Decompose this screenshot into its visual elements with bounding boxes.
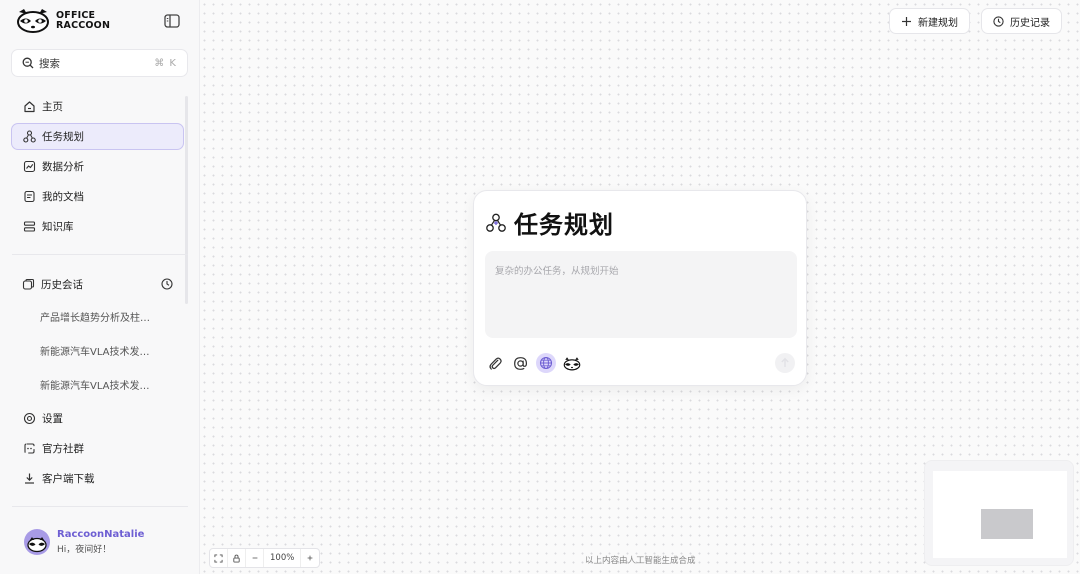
raccoon-icon [563,356,581,370]
search-label: 搜索 [39,57,60,70]
search-button[interactable]: 搜索 ⌘ K [11,49,188,77]
history-records-button[interactable]: 历史记录 [981,8,1062,34]
user-name: RaccoonNatalie [57,529,145,540]
user-divider [12,506,188,507]
fit-screen-icon [214,553,223,563]
card-toolbar [486,353,581,373]
task-planning-card: 任务规划 [473,190,807,386]
app-logo[interactable]: OFFICE RACCOON [16,8,110,34]
chat-history-icon [22,278,35,290]
sidebar-toggle-icon[interactable] [164,14,180,28]
new-plan-button[interactable]: 新建规划 [889,8,970,34]
avatar [24,529,50,555]
task-plan-icon [23,130,36,143]
community-icon [24,443,35,454]
nav-item-data-analysis[interactable]: 数据分析 [11,153,184,180]
clock-icon[interactable] [161,278,173,290]
canvas-controls: 100% [209,548,321,568]
mention-button[interactable] [511,354,529,372]
knowledge-base-icon [23,221,36,232]
minimap[interactable] [924,460,1074,566]
lock-icon [233,554,240,563]
zoom-level: 100% [264,549,302,567]
zoom-in-button[interactable] [301,549,319,567]
nav-label: 知识库 [42,221,74,233]
user-profile[interactable]: RaccoonNatalie Hi，夜间好！ [24,529,144,555]
ai-disclaimer: 以上内容由人工智能生成合成 [585,556,696,566]
nav-label: 数据分析 [42,161,84,173]
search-icon [22,57,34,69]
plus-icon [902,16,911,26]
logo-wordmark: OFFICE RACCOON [56,11,110,31]
globe-icon [539,356,553,370]
nav-label: 客户端下载 [42,473,95,485]
history-title: 历史会话 [41,278,83,291]
nav-label: 我的文档 [42,191,84,203]
nav-label: 设置 [42,413,63,425]
nav-item-task-planning[interactable]: 任务规划 [11,123,184,150]
nav-divider [12,254,188,255]
settings-icon [23,412,36,425]
nav-item-my-documents[interactable]: 我的文档 [11,183,184,210]
card-header: 任务规划 [485,205,614,240]
history-list: 产品增长趋势分析及柱… 新能源汽车VLA技术发… 新能源汽车VLA技术发… [40,308,180,410]
minimap-node [981,509,1033,539]
new-plan-label: 新建规划 [918,17,958,29]
clock-icon [993,15,1004,27]
sidebar-scrollbar[interactable] [185,96,188,304]
search-shortcut: ⌘ K [154,57,177,69]
logo-line-2: RACCOON [56,20,111,31]
raccoon-logo-icon [17,9,49,33]
history-header[interactable]: 历史会话 [11,271,184,297]
at-sign-icon [513,356,527,370]
document-icon [24,190,35,203]
attach-button[interactable] [486,354,504,372]
nav-item-community[interactable]: 官方社群 [11,435,184,462]
send-button[interactable] [775,353,795,373]
user-greeting: Hi，夜间好！ [57,545,112,555]
paperclip-icon [488,357,502,370]
history-item[interactable]: 新能源汽车VLA技术发… [40,342,180,376]
raccoon-avatar-icon [27,537,47,553]
send-arrow-icon [781,357,789,367]
nav-item-settings[interactable]: 设置 [11,405,184,432]
nav-label: 官方社群 [42,443,84,455]
card-title: 任务规划 [514,211,614,239]
secondary-nav: 设置 官方社群 客户端下载 [11,405,184,495]
home-icon [24,101,35,113]
sidebar: OFFICE RACCOON 搜索 ⌘ K 主页 任务规划 数据分析 我的文档 … [0,0,200,574]
download-icon [25,473,34,484]
raccoon-agent-button[interactable] [563,354,581,372]
minus-icon [252,557,257,559]
minimap-viewport [933,471,1067,558]
task-input[interactable] [485,251,797,338]
fit-view-button[interactable] [210,549,228,567]
chart-icon [23,160,36,173]
history-item[interactable]: 产品增长趋势分析及柱… [40,308,180,342]
nav-item-home[interactable]: 主页 [11,93,184,120]
web-search-toggle[interactable] [536,353,556,373]
main-nav: 主页 任务规划 数据分析 我的文档 知识库 [11,93,184,243]
nav-item-download[interactable]: 客户端下载 [11,465,184,492]
nav-item-knowledge-base[interactable]: 知识库 [11,213,184,240]
nav-label: 任务规划 [42,131,84,143]
plus-icon [307,555,313,561]
nav-label: 主页 [42,101,63,113]
task-plan-icon [486,213,506,232]
lock-canvas-button[interactable] [228,549,246,567]
zoom-out-button[interactable] [246,549,264,567]
history-records-label: 历史记录 [1010,17,1050,29]
